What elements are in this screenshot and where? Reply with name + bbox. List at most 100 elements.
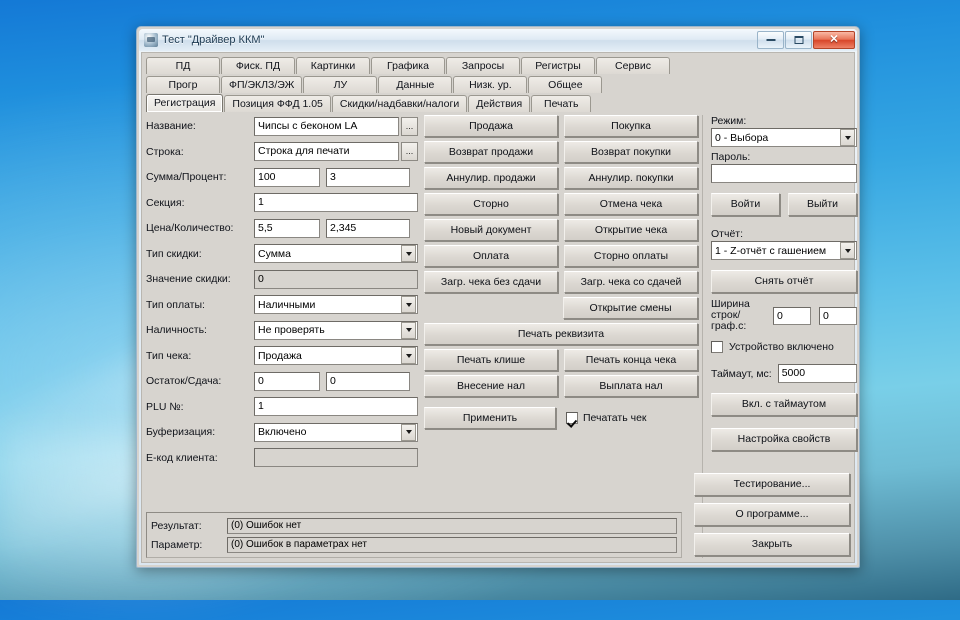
percent-input[interactable]: 3	[326, 167, 410, 187]
chevron-down-icon[interactable]	[401, 347, 416, 364]
open-check-button[interactable]: Открытие чека	[564, 219, 698, 241]
availability-select[interactable]: Не проверять	[254, 320, 418, 340]
ecode-input[interactable]	[254, 448, 418, 467]
chevron-down-icon[interactable]	[401, 321, 416, 339]
purchase-button[interactable]: Покупка	[564, 115, 698, 137]
name-input[interactable]: Чипсы с беконом LA	[254, 116, 399, 136]
width-lines-input[interactable]: 0	[773, 306, 811, 325]
app-window: Тест "Драйвер ККМ" ✕ ПД Фиск. ПД Картинк…	[136, 26, 860, 568]
tab-kartinki[interactable]: Картинки	[296, 57, 370, 74]
open-shift-button[interactable]: Открытие смены	[563, 297, 698, 319]
return-sale-button[interactable]: Возврат продажи	[424, 141, 558, 163]
payment-type-select[interactable]: Наличными	[254, 295, 418, 314]
change-input[interactable]: 0	[326, 371, 410, 391]
about-button[interactable]: О программе...	[694, 503, 850, 526]
properties-settings-button[interactable]: Настройка свойств	[711, 428, 857, 451]
password-input[interactable]	[711, 164, 857, 183]
cash-out-button[interactable]: Выплата нал	[564, 375, 698, 397]
chevron-down-icon[interactable]	[401, 245, 416, 262]
quantity-input[interactable]: 2,345	[326, 218, 410, 238]
sale-button[interactable]: Продажа	[424, 115, 558, 137]
action-row-open-shift: Открытие смены	[424, 297, 698, 319]
plu-input[interactable]: 1	[254, 397, 418, 416]
login-button[interactable]: Войти	[711, 193, 780, 216]
chevron-down-icon[interactable]	[401, 296, 416, 313]
string-input[interactable]: Строка для печати	[254, 142, 399, 161]
tab-fp-eklz-ej[interactable]: ФП/ЭКЛЗ/ЭЖ	[221, 76, 303, 93]
payment-type-value: Наличными	[258, 298, 316, 311]
string-browse-button[interactable]: ...	[401, 142, 418, 161]
annul-purchase-button[interactable]: Аннулир. покупки	[564, 167, 698, 189]
title-bar[interactable]: Тест "Драйвер ККМ" ✕	[139, 29, 857, 51]
minimize-button[interactable]	[757, 31, 784, 49]
print-clishe-button[interactable]: Печать клише	[424, 349, 558, 371]
status-row-result: Результат: (0) Ошибок нет	[151, 517, 677, 534]
print-check-checkbox[interactable]	[566, 412, 578, 424]
tab-obshchee[interactable]: Общее	[528, 76, 603, 93]
rest-input[interactable]: 0	[254, 371, 320, 391]
tab-registry[interactable]: Регистры	[521, 57, 595, 74]
testing-button[interactable]: Тестирование...	[694, 473, 850, 496]
storno-button[interactable]: Сторно	[424, 193, 558, 215]
tab-registratsiya[interactable]: Регистрация	[146, 94, 224, 112]
name-label: Название:	[146, 120, 196, 132]
cancel-check-button[interactable]: Отмена чека	[564, 193, 698, 215]
tab-nizk-ur[interactable]: Низк. ур.	[453, 76, 528, 93]
action-row-annul: Аннулир. продажи Аннулир. покупки	[424, 167, 698, 189]
chevron-down-icon[interactable]	[840, 242, 855, 259]
timeout-input[interactable]: 5000	[777, 364, 857, 383]
tab-grafika[interactable]: Графика	[371, 57, 445, 74]
name-browse-button[interactable]: ...	[401, 116, 418, 136]
chevron-down-icon[interactable]	[840, 129, 855, 146]
take-report-button[interactable]: Снять отчёт	[711, 270, 857, 293]
print-check-end-button[interactable]: Печать конца чека	[564, 349, 698, 371]
chevron-down-icon[interactable]	[401, 423, 416, 441]
availability-label: Наличность:	[146, 324, 207, 336]
tab-pozitsiya-ffd[interactable]: Позиция ФФД 1.05	[224, 95, 331, 112]
close-button[interactable]: ✕	[813, 31, 855, 49]
tab-deystviya[interactable]: Действия	[468, 95, 531, 112]
section-label: Секция:	[146, 196, 185, 209]
payment-button[interactable]: Оплата	[424, 245, 558, 267]
mode-select[interactable]: 0 - Выбора	[711, 128, 857, 147]
buffer-select[interactable]: Включено	[254, 422, 418, 442]
width-graphics-input[interactable]: 0	[819, 306, 857, 325]
annul-sale-button[interactable]: Аннулир. продажи	[424, 167, 558, 189]
device-enabled-checkbox[interactable]	[711, 341, 723, 353]
apply-button[interactable]: Применить	[424, 407, 556, 429]
report-value: 1 - Z-отчёт с гашением	[715, 244, 827, 257]
tab-fisk-pd[interactable]: Фиск. ПД	[221, 57, 295, 74]
enable-with-timeout-button[interactable]: Вкл. с таймаутом	[711, 393, 857, 416]
tab-lu[interactable]: ЛУ	[303, 76, 378, 93]
discount-type-select[interactable]: Сумма	[254, 244, 418, 263]
close-check-no-change-button[interactable]: Загр. чека без сдачи	[424, 271, 558, 293]
tab-zaprosy[interactable]: Запросы	[446, 57, 520, 74]
close-app-button[interactable]: Закрыть	[694, 533, 850, 556]
tab-pd[interactable]: ПД	[146, 57, 220, 74]
action-row-newdoc: Новый документ Открытие чека	[424, 219, 698, 241]
close-check-with-change-button[interactable]: Загр. чека со сдачей	[564, 271, 698, 293]
window-frame: Тест "Драйвер ККМ" ✕ ПД Фиск. ПД Картинк…	[139, 29, 857, 565]
check-type-select[interactable]: Продажа	[254, 346, 418, 365]
logout-button[interactable]: Выйти	[788, 193, 857, 216]
new-document-button[interactable]: Новый документ	[424, 219, 558, 241]
maximize-button[interactable]	[785, 31, 812, 49]
tab-dannye[interactable]: Данные	[378, 76, 453, 93]
price-input[interactable]: 5,5	[254, 218, 320, 238]
field-row-availability: Наличность: Не проверять	[146, 319, 418, 341]
report-select[interactable]: 1 - Z-отчёт с гашением	[711, 241, 857, 260]
cash-in-button[interactable]: Внесение нал	[424, 375, 558, 397]
return-purchase-button[interactable]: Возврат покупки	[564, 141, 698, 163]
tab-progr[interactable]: Прогр	[146, 76, 220, 93]
tab-pechat[interactable]: Печать	[531, 95, 592, 112]
print-check-checkbox-row[interactable]: Печатать чек	[566, 412, 647, 424]
device-enabled-row[interactable]: Устройство включено	[711, 341, 857, 353]
section-input[interactable]: 1	[254, 193, 418, 212]
discount-value-input[interactable]: 0	[254, 269, 418, 289]
storno-payment-button[interactable]: Сторно оплаты	[564, 245, 698, 267]
tab-servis[interactable]: Сервис	[596, 57, 670, 74]
tab-row-3: Регистрация Позиция ФФД 1.05 Скидки/надб…	[146, 94, 850, 112]
sum-input[interactable]: 100	[254, 167, 320, 187]
tab-skidki-nalogi[interactable]: Скидки/надбавки/налоги	[331, 95, 468, 112]
print-requisite-button[interactable]: Печать реквизита	[424, 323, 698, 345]
